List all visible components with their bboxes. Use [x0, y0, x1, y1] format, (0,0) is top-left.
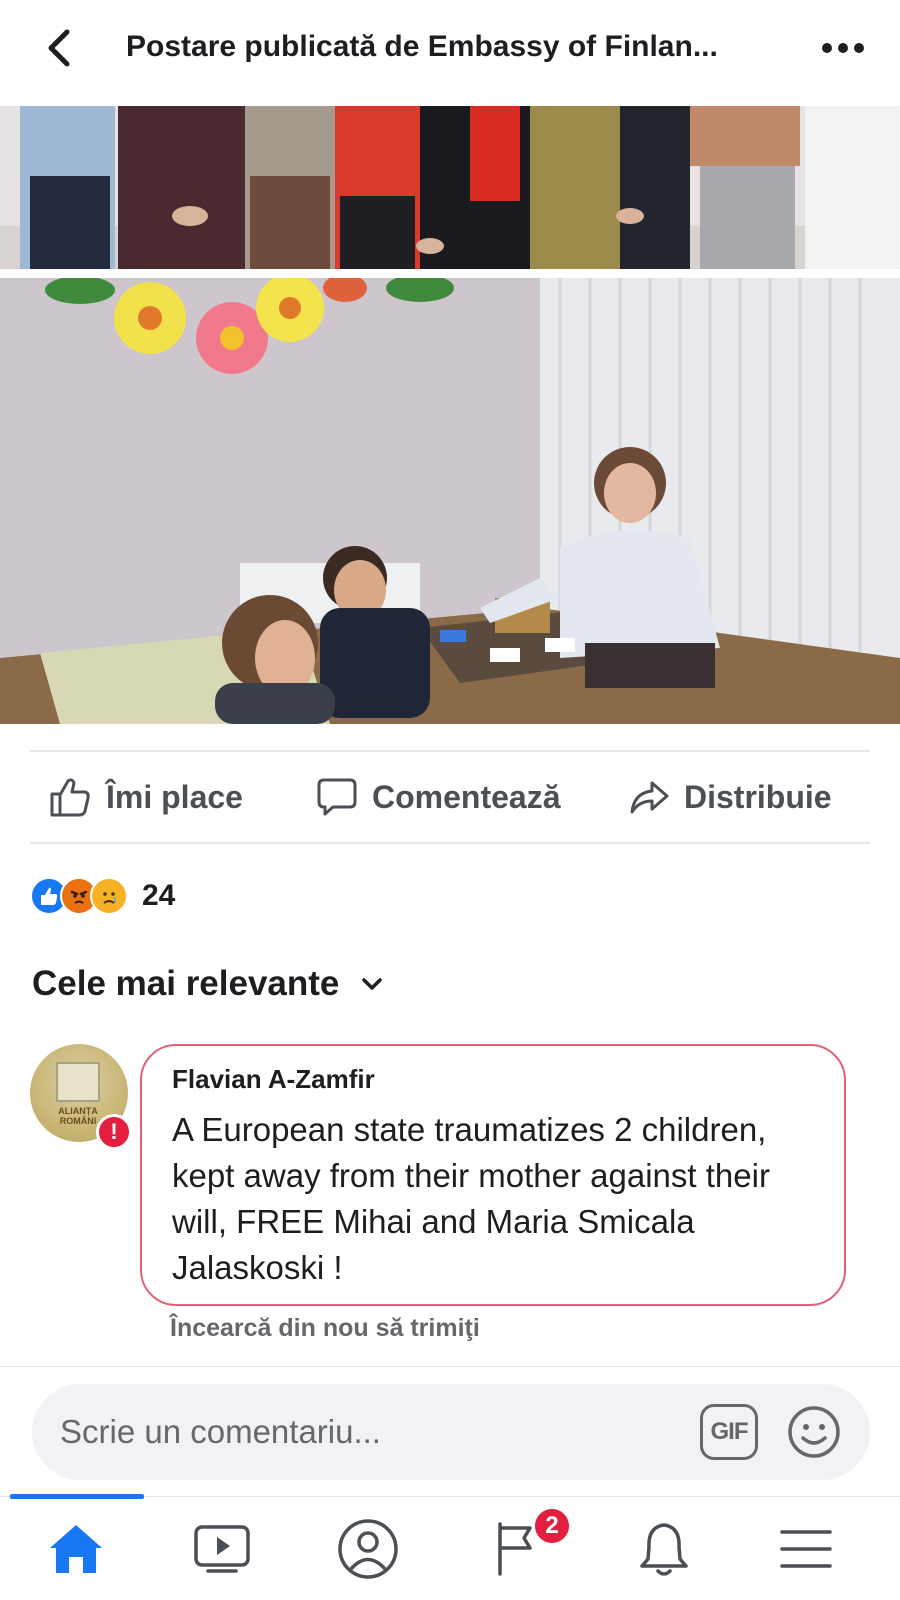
classroom-photo-image — [0, 278, 900, 724]
share-label: Distribuie — [684, 778, 832, 815]
more-options-button[interactable] — [818, 30, 868, 66]
emoji-button[interactable] — [784, 1402, 844, 1462]
pages-notification-badge: 2 — [532, 1506, 572, 1546]
thumbs-up-icon — [50, 778, 90, 817]
comment-text: A European state traumatizes 2 children,… — [172, 1111, 770, 1286]
more-horizontal-icon — [822, 43, 864, 53]
comment-bubble[interactable]: Flavian A-Zamfir A European state trauma… — [140, 1044, 846, 1306]
sort-label: Cele mai relevante — [32, 964, 340, 1003]
back-button[interactable] — [40, 26, 80, 70]
gif-label: GIF — [710, 1418, 749, 1445]
tab-home[interactable] — [36, 1514, 116, 1584]
avatar-building-graphic — [56, 1062, 100, 1102]
profile-icon — [338, 1519, 398, 1579]
comment-author[interactable]: Flavian A-Zamfir — [172, 1064, 844, 1095]
active-tab-indicator — [10, 1494, 144, 1499]
retry-send-link[interactable]: Încearcă din nou să trimiţi — [170, 1314, 480, 1343]
tab-menu[interactable] — [766, 1514, 846, 1584]
reaction-count: 24 — [142, 879, 176, 912]
reaction-summary[interactable]: 24 — [30, 876, 175, 916]
bell-icon — [640, 1523, 688, 1576]
comment-composer: GIF — [32, 1384, 870, 1480]
tab-notifications[interactable] — [624, 1514, 704, 1584]
post-actions: Îmi place Comentează Distribuie — [0, 752, 900, 842]
comment-bubble-icon — [317, 778, 357, 816]
page-title: Postare publicată de Embassy of Finlan..… — [126, 30, 718, 63]
bottom-tab-bar — [0, 1496, 900, 1600]
home-icon — [50, 1525, 102, 1573]
chevron-left-icon — [48, 29, 70, 67]
share-button[interactable]: Distribuie — [628, 774, 832, 820]
like-label: Îmi place — [106, 778, 243, 815]
video-icon — [194, 1525, 250, 1573]
comment-button[interactable]: Comentează — [316, 774, 561, 820]
comment-sort-dropdown[interactable]: Cele mai relevante — [32, 964, 383, 1004]
smiley-icon — [788, 1406, 840, 1458]
share-arrow-icon — [630, 781, 669, 814]
avatar-logo-text: ALIANȚA ROMÂNI — [58, 1106, 98, 1126]
photo-separator — [0, 269, 900, 278]
chevron-down-icon — [362, 978, 383, 990]
actions-divider-bottom — [30, 842, 870, 844]
tab-profile[interactable] — [328, 1514, 408, 1584]
hamburger-menu-icon — [780, 1530, 832, 1568]
like-button[interactable]: Îmi place — [48, 774, 243, 820]
post-photo-classroom[interactable] — [0, 278, 900, 724]
comment-input[interactable] — [60, 1408, 660, 1456]
send-error-icon: ! — [96, 1114, 132, 1150]
comment-label: Comentează — [372, 778, 561, 815]
tab-video[interactable] — [182, 1514, 262, 1584]
group-photo-image — [0, 106, 900, 269]
post-photo-group[interactable] — [0, 106, 900, 269]
gif-button[interactable]: GIF — [700, 1404, 758, 1460]
sad-reaction-icon — [90, 877, 128, 915]
top-bar: Postare publicată de Embassy of Finlan..… — [0, 0, 900, 104]
